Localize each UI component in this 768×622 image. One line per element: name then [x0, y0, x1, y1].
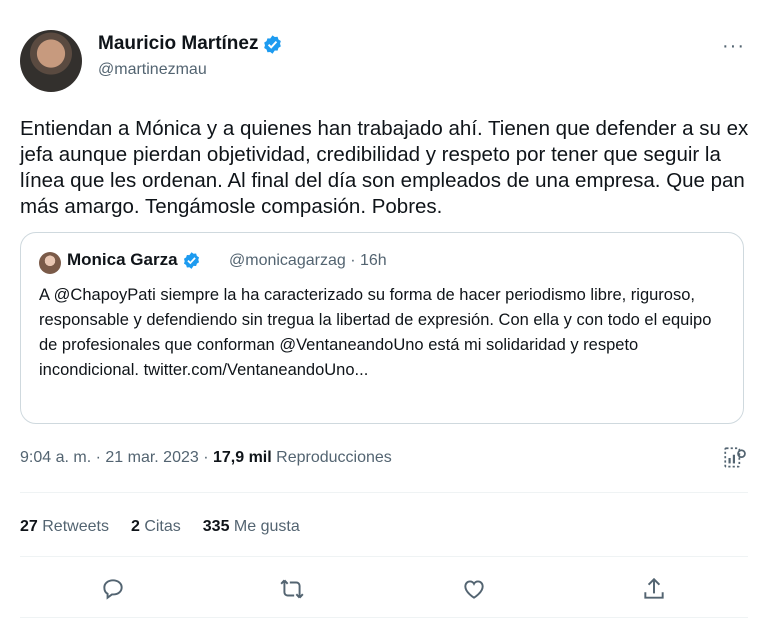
share-icon[interactable] [641, 576, 667, 602]
verified-badge-icon [183, 251, 199, 269]
quoted-tweet[interactable]: Monica Garza @monicagarzag · 16h A @Chap… [20, 232, 744, 424]
retweet-icon[interactable] [279, 576, 305, 602]
likes-stat[interactable]: 335 Me gusta [203, 518, 300, 536]
verified-badge-icon [264, 34, 282, 54]
tweet: Mauricio Martínez @martinezmau ··· Entie… [0, 0, 768, 622]
views-label: Reproducciones [271, 449, 392, 466]
divider [20, 492, 748, 493]
more-icon[interactable]: ··· [722, 35, 745, 58]
views-count: 17,9 mil [212, 449, 272, 466]
author-handle[interactable]: @martinezmau [98, 61, 207, 79]
action-bar [0, 576, 768, 606]
quoted-avatar [39, 252, 61, 274]
timestamp[interactable]: 9:04 a. m. · 21 mar. 2023 · [20, 449, 213, 466]
divider [20, 556, 748, 557]
tweet-text: Entiendan a Mónica y a quienes han traba… [20, 117, 749, 218]
quotes-stat[interactable]: 2 Citas [131, 518, 181, 536]
divider [20, 617, 748, 618]
quoted-author-name: Monica Garza [67, 250, 201, 270]
tweet-meta: 9:04 a. m. · 21 mar. 2023 · 17,9 mil Rep… [20, 449, 392, 467]
analytics-icon[interactable] [722, 445, 748, 471]
quoted-author-name-text: Monica Garza [67, 250, 178, 269]
quoted-handle-time: @monicagarzag · 16h [229, 252, 387, 269]
quoted-text: A @ChapoyPati siempre la ha caracterizad… [39, 286, 712, 379]
like-icon[interactable] [461, 576, 487, 602]
retweets-stat[interactable]: 27 Retweets [20, 518, 109, 536]
avatar[interactable] [20, 30, 82, 92]
author-name[interactable]: Mauricio Martínez [98, 33, 283, 55]
engagement-stats: 27 Retweets 2 Citas 335 Me gusta [20, 518, 300, 536]
reply-icon[interactable] [100, 576, 126, 602]
author-name-text[interactable]: Mauricio Martínez [98, 33, 258, 55]
